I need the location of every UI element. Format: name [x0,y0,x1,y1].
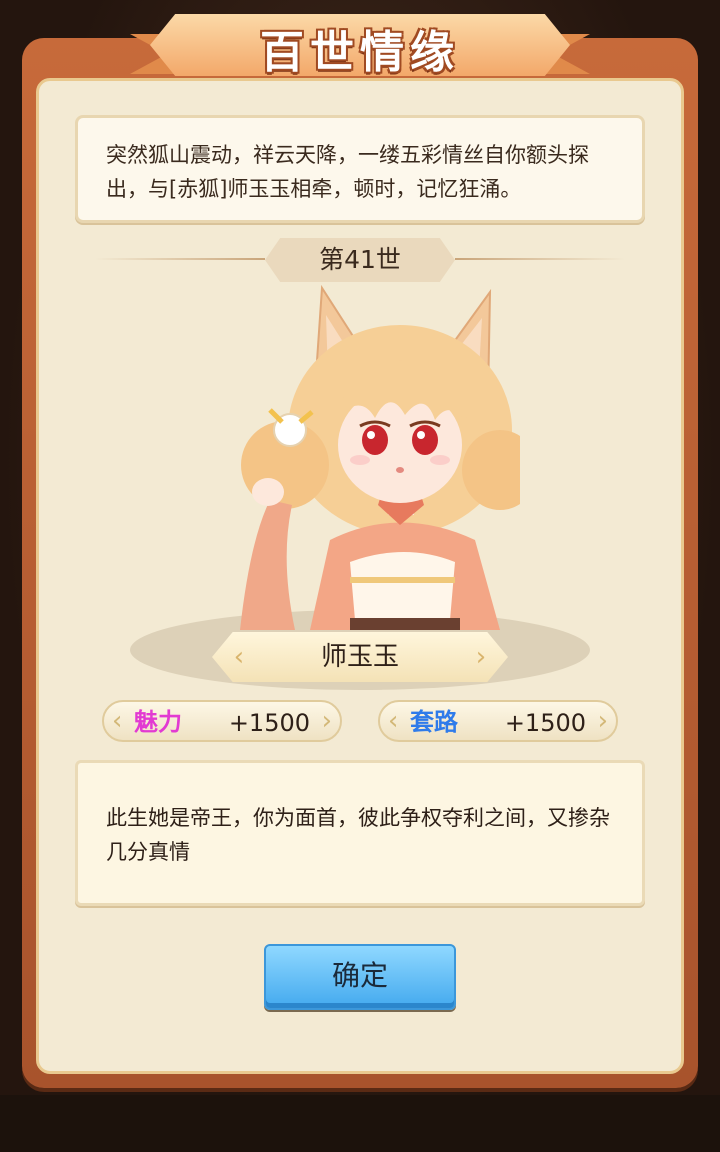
stat-tactics-label: 套路 [410,707,458,736]
stat-tactics-value: +1500 [504,709,586,737]
stat-charm-value: +1500 [228,709,310,737]
story-text-box: 突然狐山震动，祥云天降，一缕五彩情丝自你额头探出，与[赤狐]师玉玉相牵，顿时，记… [75,115,645,223]
arrow-right-icon: › [597,706,608,736]
life-header: 第41世 [95,238,625,282]
arrow-left-icon: ‹ [112,706,123,736]
stat-charm-label: 魅力 [134,707,182,736]
description-text: 此生她是帝王，你为面首，彼此争权夺利之间，又掺杂几分真情 [106,806,610,864]
chevron-right-icon: › [475,642,487,672]
character-stage [130,280,590,690]
character-portrait [240,284,520,630]
arrow-right-icon: › [321,706,332,736]
confirm-button[interactable]: 确定 [264,944,456,1010]
stat-tactics: ‹ 套路 +1500 › [378,700,618,742]
stat-charm: ‹ 魅力 +1500 › [102,700,342,742]
life-label: 第41世 [265,238,455,282]
divider-right [455,258,625,260]
character-name-plate: ‹ 师玉玉 › [212,632,508,682]
character-name: 师玉玉 [320,642,399,672]
divider-left [95,258,265,260]
background-bottom-bar [0,1095,720,1152]
description-box: 此生她是帝王，你为面首，彼此争权夺利之间，又掺杂几分真情 [75,760,645,906]
dialog-title: 百世情缘 [260,27,460,78]
chevron-left-icon: ‹ [233,642,245,672]
title-banner: 百世情缘 [130,4,590,82]
arrow-left-icon: ‹ [388,706,399,736]
